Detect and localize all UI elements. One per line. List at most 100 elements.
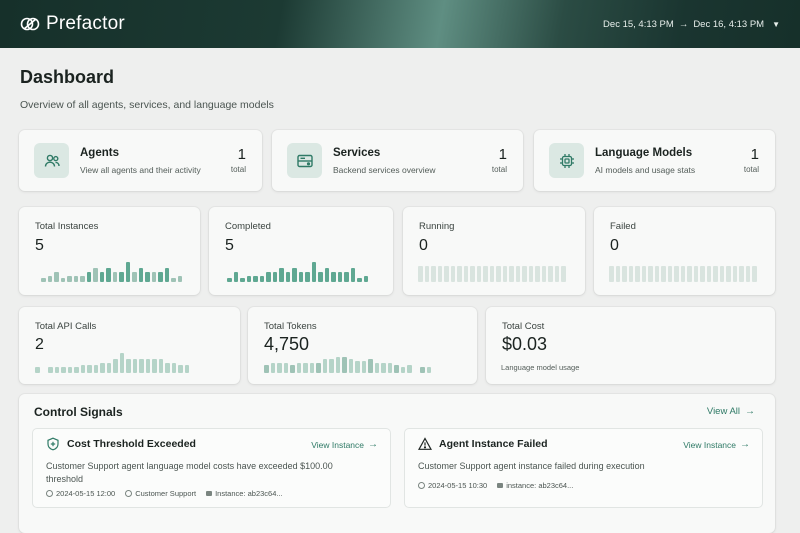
brand-name: Prefactor xyxy=(46,13,125,34)
view-all-link[interactable]: View All → xyxy=(707,406,755,417)
signal-card-cost-threshold[interactable]: Cost Threshold Exceeded View Instance → … xyxy=(32,428,391,508)
sparkline-bar xyxy=(357,278,362,282)
sparkline-bar xyxy=(171,278,176,282)
sparkline-bar xyxy=(628,266,633,282)
stat-card-total-instances[interactable]: Total Instances 5 xyxy=(19,207,200,295)
control-signals-panel: Control Signals View All → Cost Threshol… xyxy=(19,394,775,533)
sparkline-bar xyxy=(259,276,264,282)
sparkline-bar xyxy=(615,266,620,282)
sparkline-bar xyxy=(272,272,277,282)
folder-icon xyxy=(497,483,504,488)
sparkline-bar xyxy=(240,278,245,282)
feature-desc: View all agents and their activity xyxy=(80,165,201,175)
sparkline-bar xyxy=(706,266,711,282)
stat-value: $0.03 xyxy=(502,334,548,354)
sparkline-bar xyxy=(344,272,349,282)
folder-icon xyxy=(206,491,213,496)
sparkline-bar xyxy=(145,272,150,282)
sparkline-bar xyxy=(309,363,314,373)
sparkline-bar xyxy=(414,372,419,373)
date-start: Dec 15, 4:13 PM xyxy=(603,18,674,30)
signal-date: 2024-05-15 12:00 xyxy=(56,489,116,498)
sparkline-bar xyxy=(270,363,275,373)
view-instance-link[interactable]: View Instance → xyxy=(683,439,750,450)
stat-card-completed[interactable]: Completed 5 xyxy=(209,207,393,295)
sparkline-bar xyxy=(548,266,553,282)
sparkline-bar xyxy=(687,266,692,282)
signal-description-line: Customer Support agent instance failed d… xyxy=(418,461,645,471)
sparkline-bar xyxy=(311,262,316,282)
sparkline-bar xyxy=(138,268,143,282)
sparkline-bar xyxy=(348,359,353,373)
sparkline-bar xyxy=(303,363,308,373)
sparkline-bar xyxy=(535,266,540,282)
signal-title: Agent Instance Failed xyxy=(439,438,548,450)
sparkline-bar xyxy=(674,266,679,282)
sparkline-bar xyxy=(285,272,290,282)
stat-label: Total Tokens xyxy=(264,321,317,332)
sparkline-bar xyxy=(67,276,72,282)
sparkline-bar xyxy=(528,266,533,282)
stat-card-failed[interactable]: Failed 0 xyxy=(594,207,775,295)
brand[interactable]: Prefactor xyxy=(20,13,125,35)
sparkline-bar xyxy=(305,272,310,282)
sparkline-bar xyxy=(41,278,46,282)
sparkline-bar xyxy=(693,266,698,282)
sparkline-bar xyxy=(654,266,659,282)
sparkline-bar xyxy=(337,272,342,282)
arrow-right-icon: → xyxy=(745,406,755,417)
feature-count-label: total xyxy=(491,165,507,174)
sparkline-bar xyxy=(641,266,646,282)
sparkline-bar xyxy=(322,359,327,373)
sparkline-failed xyxy=(609,264,757,282)
feature-card-language-models[interactable]: Language Models AI models and usage stat… xyxy=(534,130,775,191)
stat-card-total-tokens[interactable]: Total Tokens 4,750 xyxy=(248,307,477,384)
sparkline-bar xyxy=(739,266,744,282)
signal-description: Customer Support agent language model co… xyxy=(46,460,333,486)
stat-value: 0 xyxy=(610,237,619,254)
stat-card-running[interactable]: Running 0 xyxy=(403,207,585,295)
feature-card-services[interactable]: Services Backend services overview 1 tot… xyxy=(272,130,523,191)
sparkline-bar xyxy=(515,266,520,282)
sparkline-bar xyxy=(264,365,269,373)
sparkline-running xyxy=(418,264,566,282)
sparkline-bar xyxy=(502,266,507,282)
date-range-picker[interactable]: Dec 15, 4:13 PM → Dec 16, 4:13 PM ▼ xyxy=(603,19,780,30)
sparkline-bar xyxy=(177,276,182,282)
sparkline-bar xyxy=(318,272,323,282)
sparkline-bar xyxy=(279,268,284,282)
stat-value: 0 xyxy=(419,237,428,254)
sparkline-bar xyxy=(431,266,436,282)
feature-card-agents[interactable]: Agents View all agents and their activit… xyxy=(19,130,262,191)
server-icon xyxy=(296,154,313,167)
sparkline-bar xyxy=(113,359,118,373)
feature-desc: AI models and usage stats xyxy=(595,165,696,175)
view-instance-link[interactable]: View Instance → xyxy=(311,439,378,450)
signal-meta: 2024-05-15 12:00 Customer Support Instan… xyxy=(46,489,283,498)
signal-card-instance-failed[interactable]: Agent Instance Failed View Instance → Cu… xyxy=(404,428,763,508)
signal-description-line: Customer Support agent language model co… xyxy=(46,461,333,471)
sparkline-bar xyxy=(420,367,425,373)
sparkline-bar xyxy=(80,276,85,282)
sparkline-bar xyxy=(283,363,288,373)
sparkline-total-api-calls xyxy=(35,353,189,373)
prefactor-logo-icon xyxy=(20,17,40,31)
feature-count-label: total xyxy=(230,165,246,174)
sparkline-bar xyxy=(54,272,59,282)
sparkline-bar xyxy=(335,357,340,373)
feature-count: 1 xyxy=(237,146,246,163)
sparkline-bar xyxy=(80,365,85,373)
signal-meta: 2024-05-15 10:30 instance: ab23c64... xyxy=(418,481,573,490)
sparkline-bar xyxy=(648,266,653,282)
main-content: Dashboard Overview of all agents, servic… xyxy=(0,48,800,533)
stat-card-total-cost[interactable]: Total Cost $0.03 Language model usage xyxy=(486,307,775,384)
stat-card-total-api-calls[interactable]: Total API Calls 2 xyxy=(19,307,240,384)
sparkline-bar xyxy=(752,266,757,282)
sparkline-bar xyxy=(561,266,566,282)
sparkline-bar xyxy=(509,266,514,282)
sparkline-bar xyxy=(178,365,183,373)
sparkline-bar xyxy=(476,266,481,282)
sparkline-bar xyxy=(368,359,373,373)
sparkline-bar xyxy=(700,266,705,282)
sparkline-bar xyxy=(719,266,724,282)
